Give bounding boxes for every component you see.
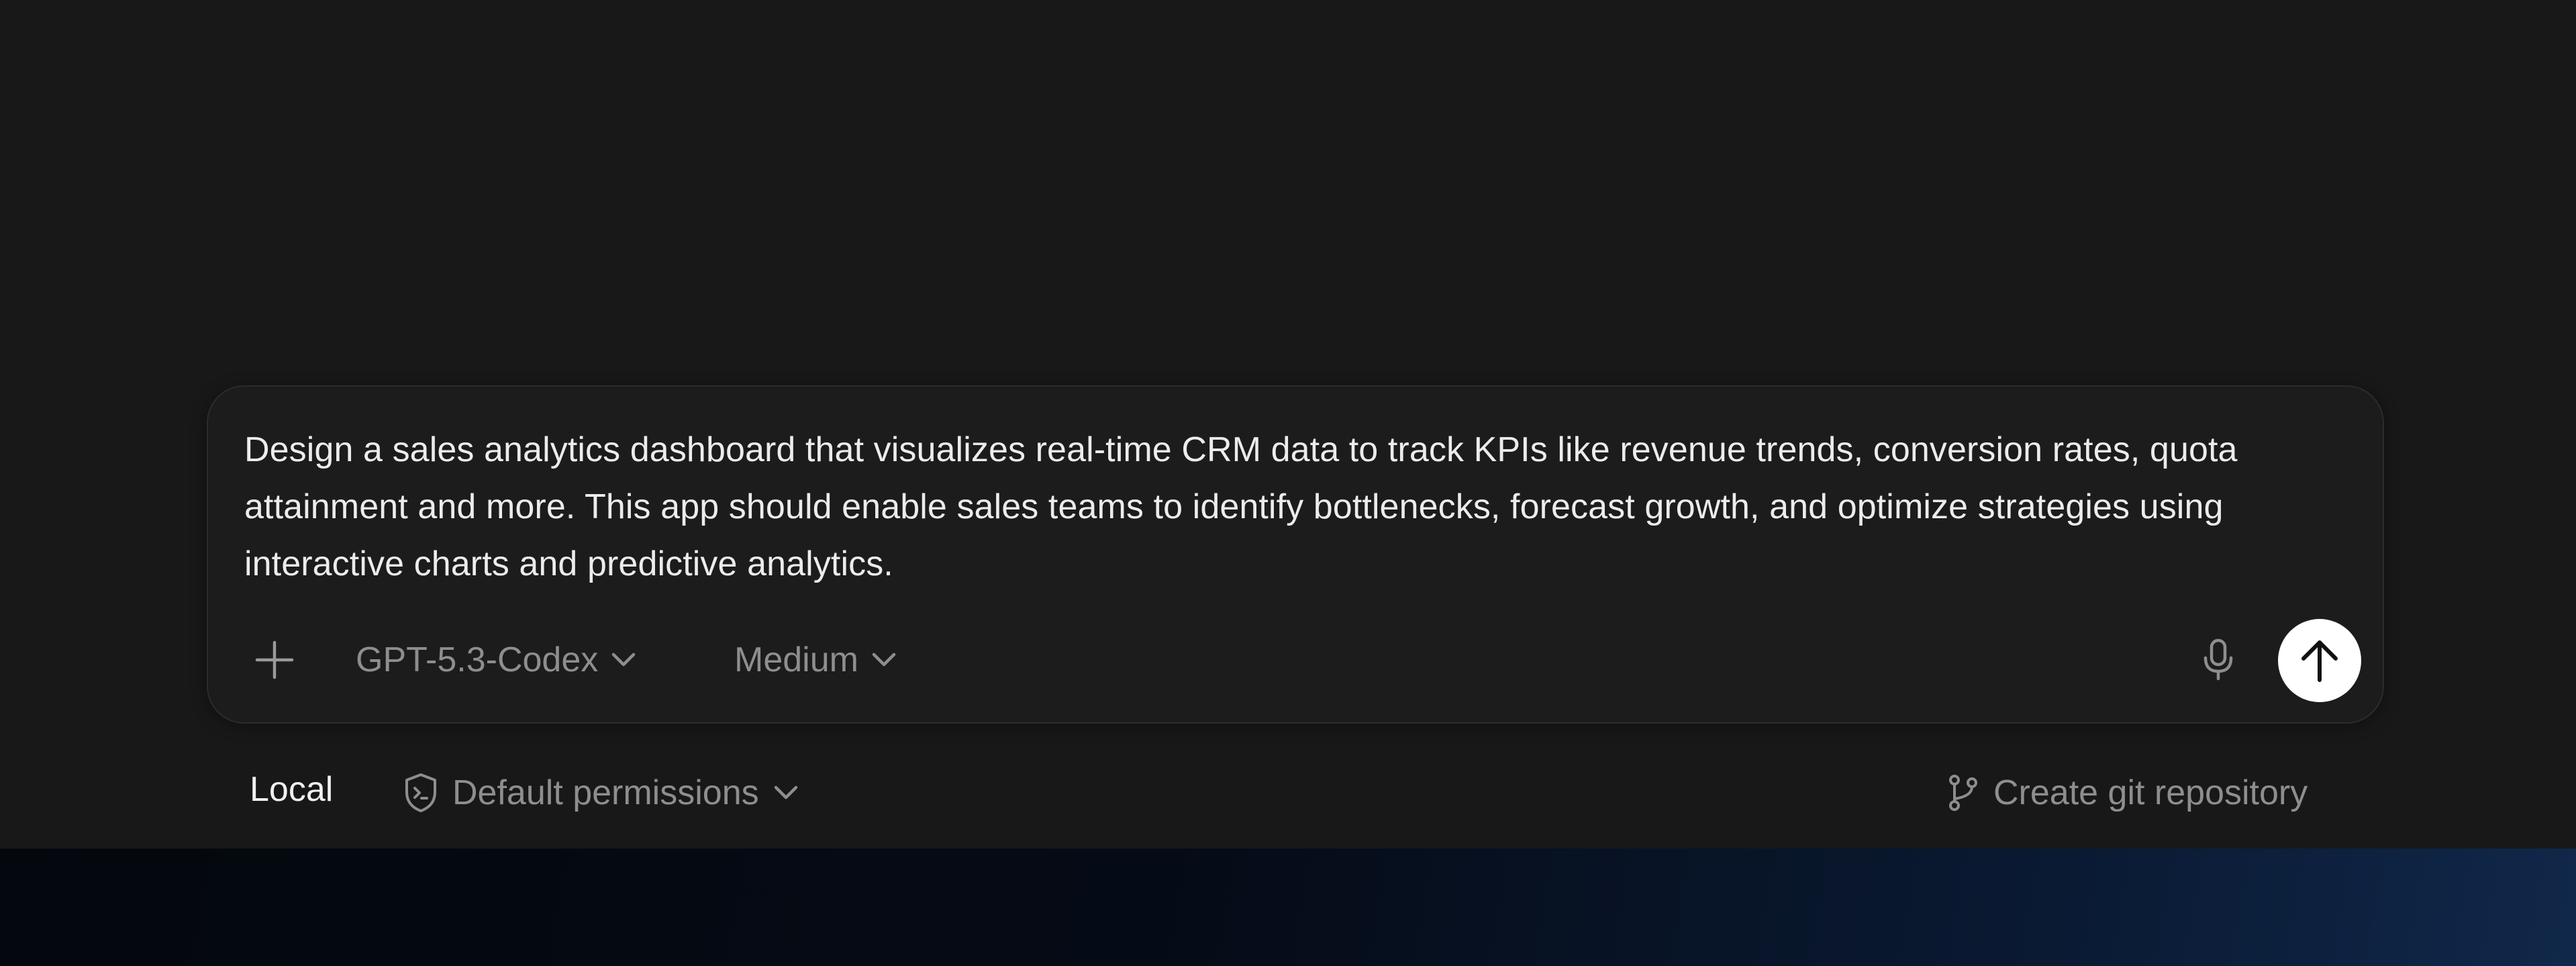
effort-label: Medium bbox=[734, 640, 858, 679]
git-branch-icon bbox=[1946, 773, 1980, 812]
reasoning-effort-selector[interactable]: Medium bbox=[734, 635, 897, 685]
create-git-repository-button[interactable]: Create git repository bbox=[1946, 767, 2308, 819]
environment-local-tab[interactable]: Local bbox=[250, 769, 333, 810]
composer-footer: Local Default permissions Create git rep… bbox=[0, 763, 2576, 823]
arrow-up-icon bbox=[2298, 637, 2341, 684]
chevron-down-icon bbox=[610, 651, 637, 669]
voice-input-button[interactable] bbox=[2188, 630, 2248, 690]
microphone-icon bbox=[2201, 638, 2235, 682]
shield-terminal-icon bbox=[403, 772, 439, 814]
send-button[interactable] bbox=[2278, 619, 2361, 702]
model-selector[interactable]: GPT-5.3-Codex bbox=[356, 635, 637, 685]
app-window: Design a sales analytics dashboard that … bbox=[0, 0, 2576, 849]
chevron-down-icon bbox=[871, 651, 897, 669]
desktop-background bbox=[0, 849, 2576, 966]
attach-button[interactable] bbox=[244, 630, 305, 690]
permissions-label: Default permissions bbox=[452, 773, 759, 812]
composer-toolbar: GPT-5.3-Codex Medium bbox=[208, 616, 2383, 704]
chevron-down-icon bbox=[773, 784, 799, 802]
prompt-input[interactable]: Design a sales analytics dashboard that … bbox=[244, 422, 2352, 593]
plus-icon bbox=[254, 639, 295, 681]
prompt-composer[interactable]: Design a sales analytics dashboard that … bbox=[207, 385, 2384, 724]
git-label: Create git repository bbox=[1993, 773, 2308, 812]
model-label: GPT-5.3-Codex bbox=[356, 640, 599, 679]
permissions-selector[interactable]: Default permissions bbox=[403, 767, 799, 819]
